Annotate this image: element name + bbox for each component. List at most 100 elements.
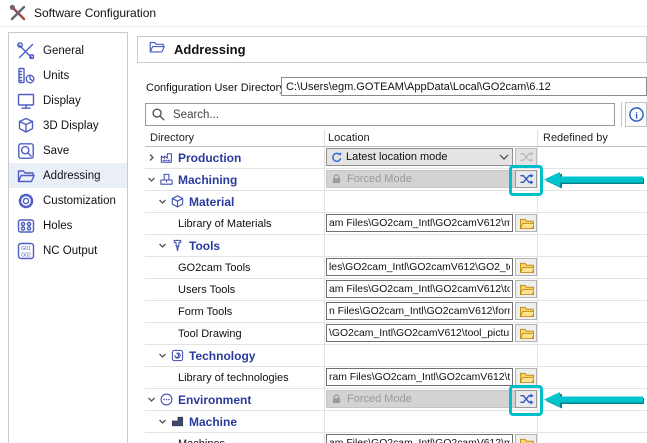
sidebar-item-save[interactable]: Save [9,138,127,163]
shuffle-button[interactable] [515,170,537,188]
path-field[interactable] [326,280,513,298]
table-row: Tool Drawing [145,323,647,345]
tree-node-label: Environment [178,393,251,407]
tree-leaf-label: Machines [178,438,225,443]
sidebar-item-3d-display[interactable]: 3D Display [9,113,127,138]
location-cell [325,235,538,256]
browse-folder-button[interactable] [515,280,537,298]
tree-node-tools[interactable]: Tools [145,235,325,256]
path-field[interactable] [326,302,513,320]
tree-leaf-label: Users Tools [178,284,235,296]
sidebar-item-customization[interactable]: Customization [9,188,127,213]
table-header: Directory Location Redefined by [145,130,647,147]
path-field[interactable] [326,324,513,342]
table-row: Machine [145,411,647,433]
annotation-arrow-icon [544,171,645,189]
browse-folder-button[interactable] [515,258,537,276]
browse-folder-button[interactable] [515,324,537,342]
chevron-down-icon[interactable] [147,395,156,404]
sidebar-item-nc-output[interactable]: G01G02 NC Output [9,238,127,263]
redefined-by-cell [538,323,647,344]
search-input[interactable] [171,108,614,122]
chevron-down-icon[interactable] [158,351,167,360]
forced-mode-bar: Forced Mode [326,390,537,408]
browse-folder-button[interactable] [515,434,537,443]
location-cell [325,213,538,234]
tree-leaf-users-tools[interactable]: Users Tools [145,279,325,300]
tree-node-technology[interactable]: Technology [145,345,325,366]
general-icon [16,41,36,61]
location-cell [325,191,538,212]
browse-folder-button[interactable] [515,302,537,320]
tree-node-production[interactable]: Production [145,147,325,168]
path-field[interactable] [326,214,513,232]
sidebar-item-label: Units [43,70,69,82]
shuffle-button[interactable] [515,390,537,408]
folder-icon [519,371,534,384]
svg-text:i: i [635,111,638,121]
location-cell [325,301,538,322]
sidebar-item-holes[interactable]: Holes [9,213,127,238]
tree-node-machine[interactable]: Machine [145,411,325,432]
location-cell: Forced Mode [325,389,538,410]
tool-icon [170,238,185,253]
sidebar-item-display[interactable]: Display [9,88,127,113]
tree-node-environment[interactable]: Environment [145,389,325,410]
shuffle-button [515,148,537,166]
redefined-by-cell [538,213,647,234]
sidebar-item-general[interactable]: General [9,38,127,63]
table-row: Users Tools [145,279,647,301]
column-header-location[interactable]: Location [325,130,538,146]
table-row: Form Tools [145,301,647,323]
location-cell: Forced Mode [325,169,538,190]
table-row: GO2cam Tools [145,257,647,279]
chevron-down-icon[interactable] [147,175,156,184]
tree-leaf-go2cam-tools[interactable]: GO2cam Tools [145,257,325,278]
tree-leaf-tool-drawing[interactable]: Tool Drawing [145,323,325,344]
location-cell [325,433,538,443]
forced-mode-label: Forced Mode [347,173,412,185]
chevron-down-icon[interactable] [158,241,167,250]
tree-leaf-library-of-materials[interactable]: Library of Materials [145,213,325,234]
table-row: Library of technologies [145,367,647,389]
chevron-down-icon [499,154,509,160]
units-icon [16,66,36,86]
tree-leaf-machines[interactable]: Machines [145,433,325,443]
tree-node-material[interactable]: Material [145,191,325,212]
info-icon: i [628,106,645,123]
sidebar-item-addressing[interactable]: Addressing [9,163,127,188]
table-row: Environment Forced Mode [145,389,647,411]
environment-icon [159,392,174,407]
sidebar-item-label: Addressing [43,170,101,182]
location-mode-dropdown[interactable]: Latest location mode [326,148,513,166]
sidebar-item-units[interactable]: Units [9,63,127,88]
table-row: Tools [145,235,647,257]
browse-folder-button[interactable] [515,214,537,232]
path-field[interactable] [326,434,513,443]
column-header-directory[interactable]: Directory [145,130,325,146]
tree-leaf-form-tools[interactable]: Form Tools [145,301,325,322]
path-field[interactable] [326,368,513,386]
redefined-by-cell [538,235,647,256]
sidebar-item-label: NC Output [43,245,97,257]
crossed-tools-app-icon [9,4,27,22]
column-header-redefined-by[interactable]: Redefined by [538,130,647,146]
chevron-down-icon[interactable] [158,197,167,206]
window-title: Software Configuration [34,6,156,20]
chevron-down-icon[interactable] [158,417,167,426]
table-row: Production Latest location mode [145,147,647,169]
folder-icon [519,305,534,318]
info-button[interactable]: i [625,102,647,127]
svg-text:G02: G02 [21,252,31,258]
tree-node-machining[interactable]: Machining [145,169,325,190]
redefined-by-cell [538,191,647,212]
tree-leaf-library-of-technologies[interactable]: Library of technologies [145,367,325,388]
tree-node-label: Tools [189,239,220,253]
browse-folder-button[interactable] [515,368,537,386]
folder-icon [519,437,534,443]
location-cell [325,279,538,300]
chevron-right-icon[interactable] [147,153,156,162]
config-user-directory-field[interactable] [281,77,647,96]
table-row: Machining Forced Mode [145,169,647,191]
path-field[interactable] [326,258,513,276]
